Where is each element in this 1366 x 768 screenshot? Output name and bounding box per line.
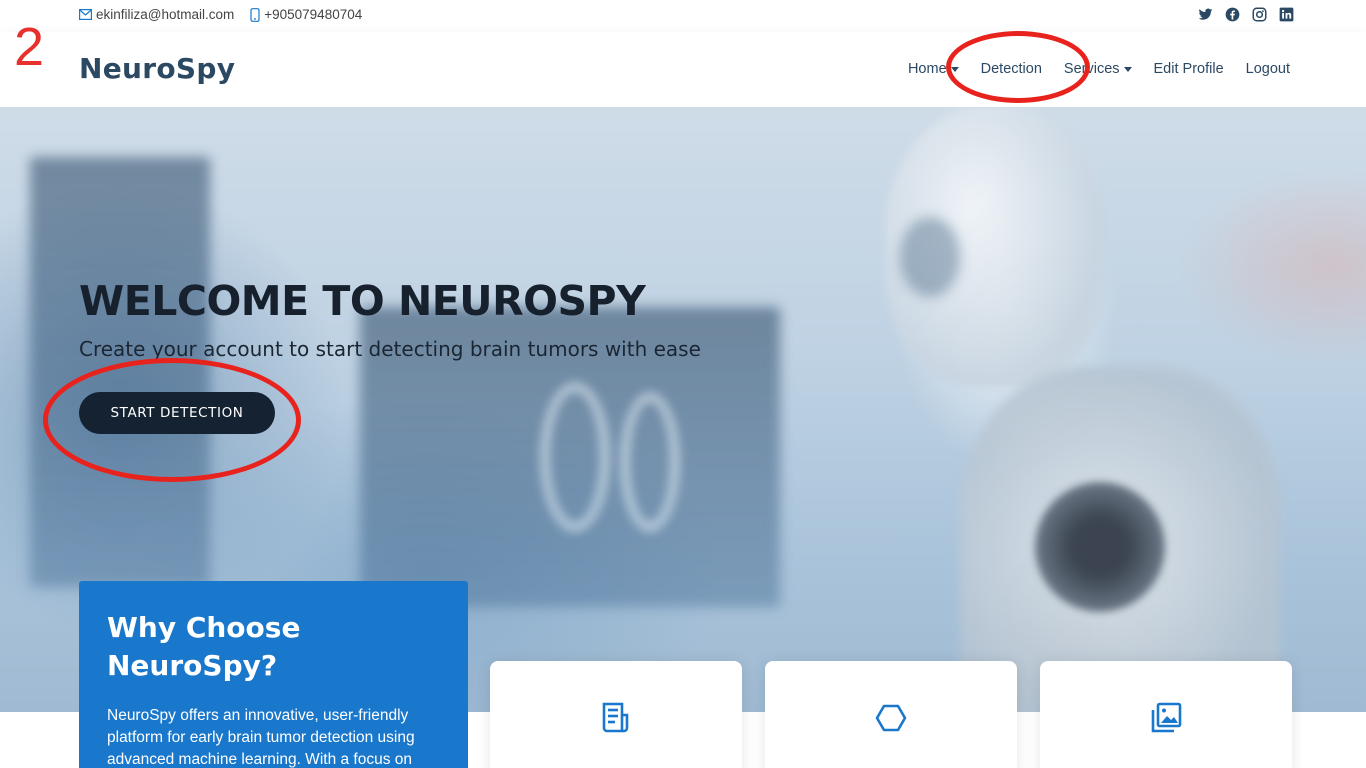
top-bar: ekinfiliza@hotmail.com +905079480704 <box>0 0 1366 32</box>
email-text: ekinfiliza@hotmail.com <box>96 7 235 22</box>
feature-card[interactable] <box>765 661 1017 768</box>
email-contact[interactable]: ekinfiliza@hotmail.com <box>79 7 234 22</box>
nav-home-label: Home <box>907 61 947 77</box>
nav-edit-profile[interactable]: Edit Profile <box>1154 61 1224 77</box>
envelope-icon <box>79 9 92 20</box>
social-links <box>1198 7 1294 22</box>
nav-logout[interactable]: Logout <box>1246 61 1290 77</box>
why-title: Why Choose NeuroSpy? <box>107 611 301 682</box>
annotation-circle-start-detection <box>43 358 301 482</box>
document-icon <box>599 701 633 735</box>
twitter-icon[interactable] <box>1198 7 1213 22</box>
why-text: NeuroSpy offers an innovative, user-frie… <box>107 707 415 768</box>
hero-background-robot <box>1035 482 1165 612</box>
contact-info: ekinfiliza@hotmail.com +905079480704 <box>79 7 378 22</box>
feature-card[interactable] <box>1040 661 1292 768</box>
phone-contact[interactable]: +905079480704 <box>250 7 362 22</box>
phone-text: +905079480704 <box>264 7 363 22</box>
site-header: NeuroSpy Home Detection Services Edit Pr… <box>0 32 1366 107</box>
hero-background-scan <box>540 382 610 532</box>
hero-background-scan <box>620 392 680 532</box>
hero-background-robot <box>900 217 960 297</box>
logo[interactable]: NeuroSpy <box>79 52 235 85</box>
caret-down-icon <box>1123 66 1132 72</box>
annotation-circle-detection <box>946 31 1090 103</box>
feature-card[interactable] <box>490 661 742 768</box>
instagram-icon[interactable] <box>1252 7 1267 22</box>
phone-icon <box>250 7 260 22</box>
why-choose-box: Why Choose NeuroSpy? NeuroSpy offers an … <box>79 581 468 768</box>
hero-title: WELCOME TO NEUROSPY <box>79 277 646 325</box>
cube-icon <box>874 701 908 735</box>
nav-logout-label: Logout <box>1245 61 1290 77</box>
step-number-annotation: 2 <box>14 17 45 77</box>
facebook-icon[interactable] <box>1225 7 1240 22</box>
nav-edit-profile-label: Edit Profile <box>1153 61 1224 77</box>
images-icon <box>1149 701 1183 735</box>
linkedin-icon[interactable] <box>1279 7 1294 22</box>
